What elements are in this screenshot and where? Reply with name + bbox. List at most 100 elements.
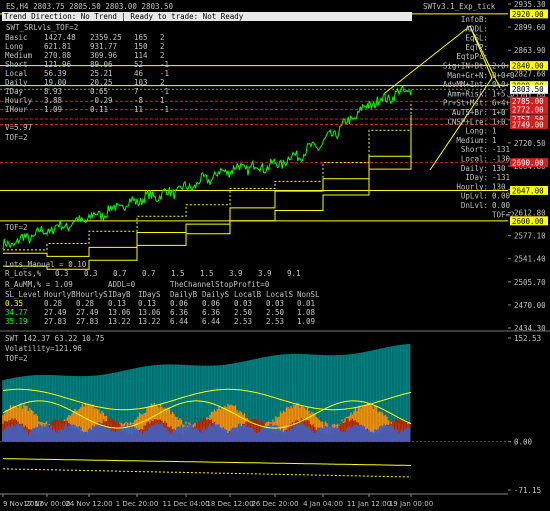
info-value: 1 (492, 136, 497, 145)
sl-cell: 2.50 (266, 308, 285, 317)
sl-cell: 0.01 (297, 299, 315, 308)
stats-row-value: 2 (160, 33, 165, 42)
info-label: CNSP+Lre: (447, 117, 488, 126)
info-value: 0+0+0 (492, 71, 515, 80)
info-label: UpLvl: (461, 192, 488, 201)
time-tick-label: 17 Nov 00:00 (23, 500, 70, 508)
info-value: 1 (492, 127, 497, 136)
info-value: 1+0 (492, 117, 506, 126)
stats-row-value: 2359.25 (90, 33, 122, 42)
sl-cell: 6.44 (202, 317, 221, 326)
stats-row-name: Basic (5, 33, 28, 42)
rlots-value: 3.9 (258, 269, 272, 278)
sl-cell: 0.06 (170, 299, 189, 308)
level-tag-label: 2690.00 (512, 159, 544, 168)
info-label: IDay: (465, 173, 488, 182)
sl-cell: 0.13 (138, 299, 156, 308)
stats-row-value: 2 (160, 42, 165, 51)
price-tick-label: 2827.60 (514, 70, 546, 79)
stats-row-value: 1 (160, 96, 165, 105)
stats-row-name: IDay (5, 87, 24, 96)
stats-row-value: 7 (134, 87, 139, 96)
stats-row-value: 8.93 (44, 87, 62, 96)
level-tag-label: 2749.00 (512, 120, 544, 129)
sl-cell: 0.28 (76, 299, 95, 308)
rlots-value: 1.5 (200, 269, 214, 278)
stats-row-value: 621.81 (44, 42, 71, 51)
price-axis: 2935.302899.602863.902827.602791.902756.… (508, 0, 548, 333)
info-label: EqTP: (465, 43, 488, 52)
sl-cell: 1.09 (297, 317, 315, 326)
indicator-tick-label: 0.00 (514, 438, 533, 447)
sl-header: IDayS (138, 290, 161, 299)
info-value: -130 (492, 155, 511, 164)
price-tick-label: 2899.60 (514, 23, 546, 32)
stats-row-value: 1.09 (44, 105, 62, 114)
sl-header: DailyS (202, 290, 230, 299)
level-tag-label: 2647.00 (512, 186, 544, 195)
info-label: Pr+St+Mst: (443, 99, 488, 108)
time-tick-label: 26 Dec 20:00 (251, 500, 298, 508)
sl-cell: 1.08 (297, 308, 316, 317)
info-label: EqtpPc: (456, 52, 488, 61)
stats-row-value: 19.00 (44, 78, 67, 87)
stats-row-value: 309.96 (90, 51, 118, 60)
info-label: Sig+IN+Bt: (443, 62, 488, 71)
lots-manual: Lots_Manual = 0.10 (5, 260, 87, 269)
stats-row-value: 25.21 (90, 69, 113, 78)
v-value: V=5.97 (5, 123, 32, 132)
sl-cell: 0.06 (202, 299, 221, 308)
stats-row-value: 89.06 (90, 60, 113, 69)
sl-cell: 0.35 (5, 299, 23, 308)
level-tag-label: 2920.00 (512, 10, 544, 19)
info-label: Local: (461, 155, 488, 164)
indicator-tick-label: 152.53 (514, 334, 541, 343)
info-label: AdvMM+Int: (443, 80, 488, 89)
stats-row-value: 103 (134, 78, 148, 87)
trend-status: Trend Direction: No Trend | Ready to tra… (4, 12, 244, 21)
addl: ADDL=0 (108, 280, 136, 289)
stats-row-value: 2 (160, 78, 165, 87)
info-label: Short: (461, 145, 488, 154)
info-label: Amm+Risk: (447, 89, 488, 98)
stats-row-value: 46 (134, 69, 144, 78)
info-label: Hourly: (456, 182, 488, 191)
info-label: EqSL: (465, 34, 488, 43)
trading-chart[interactable]: ES,H4 2803.75 2805.50 2803.00 2803.50 Tr… (0, 0, 550, 511)
info-label: DnLvl: (461, 201, 488, 210)
sl-cell: 35.19 (5, 317, 28, 326)
price-tick-label: 2935.30 (514, 0, 546, 9)
channel-stop-profit: TheChannelStopProfit=0 (170, 280, 270, 289)
sl-cell: 6.36 (202, 308, 221, 317)
info-label: Medium: (456, 136, 488, 145)
stats-row-value: 165 (134, 33, 148, 42)
sl-header: NonSL (297, 290, 320, 299)
sl-cell: 27.49 (44, 308, 67, 317)
rlots-value: 3.9 (229, 269, 243, 278)
stats-row-name: Daily (5, 78, 28, 87)
info-label: AuTS+Br: (452, 108, 488, 117)
stats-row-value: 56.39 (44, 69, 67, 78)
expert-name: SWTv3.1_Exp_tick (423, 2, 496, 11)
sl-cell: 27.83 (44, 317, 67, 326)
stats-row-value: 121.96 (44, 60, 72, 69)
sl-cell: 6.36 (170, 308, 189, 317)
info-label: Daily: (461, 164, 488, 173)
tof-value: TOF=2 (5, 133, 28, 142)
stats-row-value: 11 (134, 105, 143, 114)
sub-title: SWT_SRLvls_TOF=2 (6, 23, 78, 32)
sl-cell: 27.49 (76, 308, 99, 317)
rlots-value: 0.3 (55, 269, 69, 278)
stats-row-value: 114 (134, 51, 148, 60)
stats-row-value: 52 (134, 60, 143, 69)
time-tick-label: 24 Nov 12:00 (65, 500, 112, 508)
price-tick-label: 2541.40 (514, 255, 546, 264)
info-value: 0.00 (492, 192, 511, 201)
info-value: 1+0 (492, 108, 506, 117)
stats-row-value: 0.65 (90, 87, 108, 96)
level-tag-label: 2803.50 (512, 85, 544, 94)
sl-header: LocalS (266, 290, 294, 299)
stats-row-value: -1 (160, 69, 169, 78)
stats-row-name: Long (5, 42, 23, 51)
rlots-value: 0.3 (84, 269, 98, 278)
